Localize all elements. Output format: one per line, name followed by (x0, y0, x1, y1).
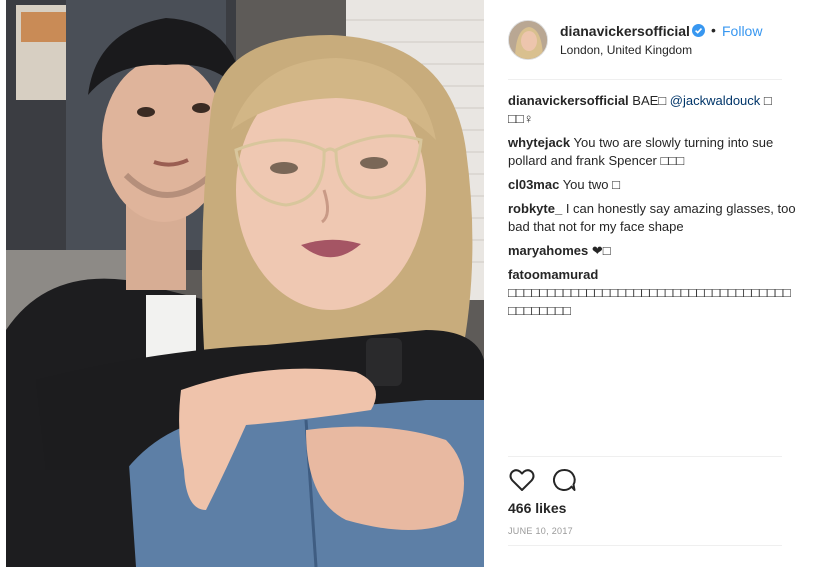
comment-username[interactable]: cl03mac (508, 177, 559, 192)
comment-username[interactable]: robkyte_ (508, 201, 562, 216)
heart-icon[interactable] (508, 466, 536, 494)
follow-button[interactable]: Follow (722, 23, 762, 39)
comment-item: whytejack You two are slowly turning int… (508, 134, 798, 170)
comment-username[interactable]: fatoomamurad (508, 267, 598, 282)
post-side-panel: dianavickersofficial • Follow London, Un… (484, 0, 817, 567)
divider (508, 456, 782, 457)
comment-text: □□□□□□□□□□□□□□□□□□□□□□□□□□□□□□□□□□□□□□□□… (508, 285, 791, 318)
divider (508, 79, 782, 80)
comment-text: ❤□ (588, 243, 611, 258)
photo-illustration (6, 0, 484, 567)
post-date[interactable]: JUNE 10, 2017 (508, 526, 573, 536)
divider (508, 545, 782, 546)
verified-badge-icon (692, 24, 705, 37)
separator-dot: • (711, 22, 716, 38)
post-location[interactable]: London, United Kingdom (560, 43, 692, 57)
comment-username[interactable]: dianavickersofficial (508, 93, 629, 108)
avatar-image (509, 21, 547, 59)
post-actions (508, 466, 588, 494)
mention-link[interactable]: @jackwaldouck (670, 93, 761, 108)
avatar[interactable] (508, 20, 548, 60)
comment-item: robkyte_ I can honestly say amazing glas… (508, 200, 798, 236)
comment-item: fatoomamurad □□□□□□□□□□□□□□□□□□□□□□□□□□□… (508, 266, 798, 320)
comment-text: BAE□ (628, 93, 670, 108)
comment-username[interactable]: whytejack (508, 135, 570, 150)
post-header: dianavickersofficial • Follow London, Un… (508, 18, 798, 68)
post-username[interactable]: dianavickersofficial (560, 23, 690, 39)
comment-list: dianavickersofficial BAE□ @jackwaldouck … (508, 92, 798, 326)
post-photo[interactable] (6, 0, 484, 567)
comment-item: maryahomes ❤□ (508, 242, 798, 260)
comment-item: cl03mac You two □ (508, 176, 798, 194)
caption-comment: dianavickersofficial BAE□ @jackwaldouck … (508, 92, 798, 128)
comment-bubble-icon[interactable] (550, 466, 578, 494)
comment-username[interactable]: maryahomes (508, 243, 588, 258)
likes-count[interactable]: 466 likes (508, 500, 566, 516)
comment-text: You two □ (559, 177, 620, 192)
